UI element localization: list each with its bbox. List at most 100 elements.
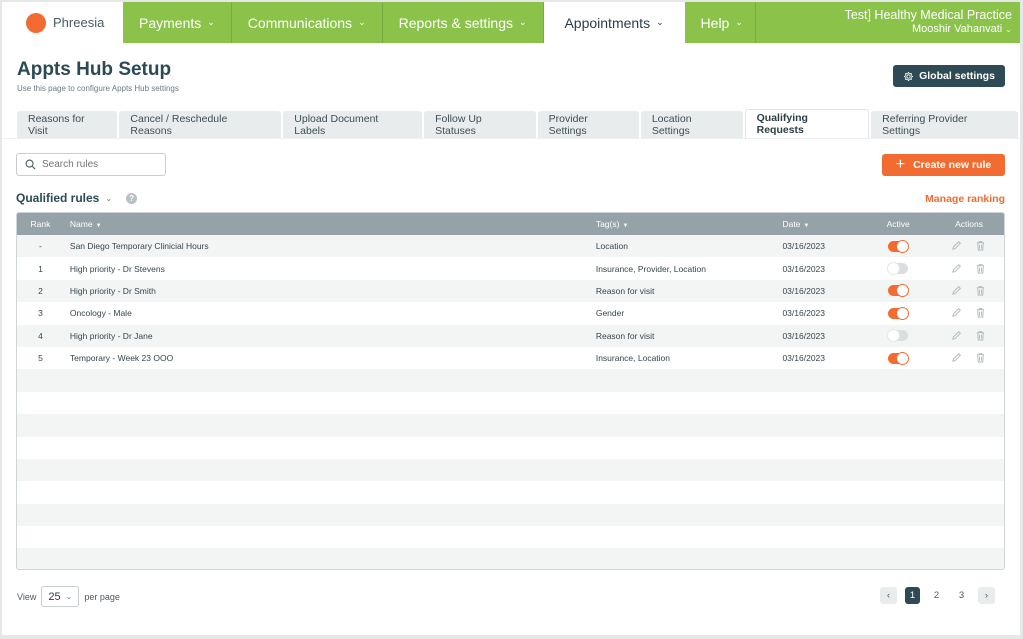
manage-ranking-link[interactable]: Manage ranking [925, 193, 1005, 205]
next-page-button[interactable]: › [978, 587, 995, 604]
per-page-label: per page [84, 591, 120, 602]
chevron-down-icon: ⌄ [1005, 25, 1012, 34]
search-input[interactable] [42, 159, 152, 170]
qualified-rules-dropdown[interactable]: Qualified rules ⌄ ? [16, 191, 138, 205]
col-name[interactable]: Name ▼ [64, 219, 596, 229]
rank-cell: 5 [38, 353, 43, 364]
delete-icon[interactable] [975, 330, 987, 342]
active-toggle[interactable] [888, 351, 910, 365]
edit-icon[interactable] [951, 285, 963, 297]
active-cell [862, 306, 934, 320]
delete-icon[interactable] [975, 240, 987, 252]
tab-follow-up-statuses[interactable]: Follow Up Statuses [424, 111, 536, 138]
nav-communications[interactable]: Communications ⌄ [231, 2, 383, 43]
actions-cell [934, 307, 1004, 319]
page-3-button[interactable]: 3 [953, 587, 970, 604]
edit-icon[interactable] [951, 263, 963, 275]
tab-bar: Reasons for Visit Cancel / Reschedule Re… [17, 109, 1020, 138]
col-label: Tag(s) [595, 219, 620, 229]
sort-icon: ▼ [95, 223, 102, 229]
edit-icon[interactable] [951, 240, 963, 252]
active-cell [862, 262, 934, 276]
active-cell [862, 351, 934, 365]
delete-icon[interactable] [975, 352, 987, 364]
toggle-knob [896, 239, 910, 253]
page-subtitle: Use this page to configure Appts Hub set… [17, 84, 179, 93]
col-label: Date [782, 219, 801, 229]
chevron-down-icon: ⌄ [519, 17, 527, 27]
global-settings-label: Global settings [919, 70, 995, 82]
create-label: Create new rule [913, 159, 992, 171]
empty-row [17, 391, 1004, 415]
delete-icon[interactable] [975, 263, 987, 275]
help-icon[interactable]: ? [126, 192, 138, 204]
create-new-rule-button[interactable]: + Create new rule [882, 154, 1005, 176]
page-2-button[interactable]: 2 [928, 587, 945, 604]
tags-cell: Insurance, Provider, Location [595, 263, 706, 274]
tab-location-settings[interactable]: Location Settings [640, 111, 743, 138]
search-icon [25, 159, 36, 170]
name-cell: Oncology - Male [69, 308, 132, 319]
view-label: View [17, 591, 37, 602]
top-nav: Phreesia Payments ⌄ Communications ⌄ Repor… [2, 2, 1020, 43]
tab-qualifying-requests[interactable]: Qualifying Requests [744, 109, 870, 138]
user-name[interactable]: Mooshir Vahanvati ⌄ [912, 22, 1012, 37]
tab-reasons-for-visit[interactable]: Reasons for Visit [17, 111, 118, 138]
logo-text: Phreesia [53, 15, 105, 30]
global-settings-button[interactable]: Global settings [893, 65, 1005, 87]
col-rank: Rank [30, 219, 51, 229]
practice-name: Test] Healthy Medical Practice [844, 8, 1012, 22]
active-toggle[interactable] [887, 329, 909, 343]
account-menu[interactable]: Test] Healthy Medical Practice Mooshir V… [754, 2, 1020, 43]
actions-cell [934, 352, 1004, 364]
col-label: Name [69, 219, 93, 229]
name-cell: Temporary - Week 23 OOO [69, 353, 174, 364]
edit-icon[interactable] [951, 330, 963, 342]
empty-row [17, 481, 1004, 504]
table-row: 1 High priority - Dr Stevens Insurance, Pr… [17, 257, 1004, 280]
search-box[interactable] [16, 153, 166, 176]
prev-page-button[interactable]: ‹ [880, 587, 897, 604]
tab-referring-provider-settings[interactable]: Referring Provider Settings [871, 111, 1019, 138]
name-cell: High priority - Dr Smith [69, 285, 156, 296]
active-toggle[interactable] [888, 306, 910, 320]
tab-cancel-reschedule-reasons[interactable]: Cancel / Reschedule Reasons [119, 111, 282, 138]
col-date[interactable]: Date ▼ [782, 219, 862, 229]
active-toggle[interactable] [888, 284, 910, 298]
tab-provider-settings[interactable]: Provider Settings [537, 111, 639, 138]
delete-icon[interactable] [975, 285, 987, 297]
col-tags[interactable]: Tag(s) ▼ [596, 219, 783, 229]
pagination: ‹ 1 2 3 › [880, 587, 995, 604]
edit-icon[interactable] [951, 307, 963, 319]
nav-reports-settings[interactable]: Reports & settings ⌄ [382, 2, 544, 43]
table-row: 4 High priority - Dr Jane Reason for visit… [17, 324, 1004, 347]
nav-payments[interactable]: Payments ⌄ [123, 2, 232, 43]
active-toggle[interactable] [887, 262, 909, 276]
rank-cell: - [39, 241, 42, 252]
chevron-down-icon: ⌄ [207, 17, 215, 27]
tags-cell: Reason for visit [595, 285, 655, 296]
nav-label: Help [700, 14, 730, 31]
tags-cell: Location [595, 241, 628, 252]
active-toggle[interactable] [888, 239, 910, 253]
per-page-select[interactable]: 25 ⌄ [41, 586, 80, 607]
nav-label: Appointments [564, 14, 651, 31]
delete-icon[interactable] [975, 307, 987, 319]
nav-appointments[interactable]: Appointments ⌄ [543, 2, 685, 43]
empty-row [17, 369, 1004, 392]
chevron-down-icon: ⌄ [105, 193, 113, 203]
toggle-knob [887, 329, 901, 343]
page-1-button[interactable]: 1 [905, 587, 920, 604]
table-body: - San Diego Temporary Clinicial Hours Loca… [17, 235, 1004, 569]
nav-help[interactable]: Help ⌄ [684, 2, 755, 43]
name-cell: High priority - Dr Jane [69, 330, 153, 341]
col-actions: Actions [955, 219, 984, 229]
toggle-knob [887, 262, 901, 276]
logo-icon [26, 12, 46, 33]
logo[interactable]: Phreesia [2, 2, 123, 43]
empty-row [17, 414, 1004, 437]
tab-upload-document-labels[interactable]: Upload Document Labels [283, 111, 423, 138]
edit-icon[interactable] [951, 352, 963, 364]
actions-cell [934, 330, 1004, 342]
name-cell: High priority - Dr Stevens [69, 263, 165, 274]
